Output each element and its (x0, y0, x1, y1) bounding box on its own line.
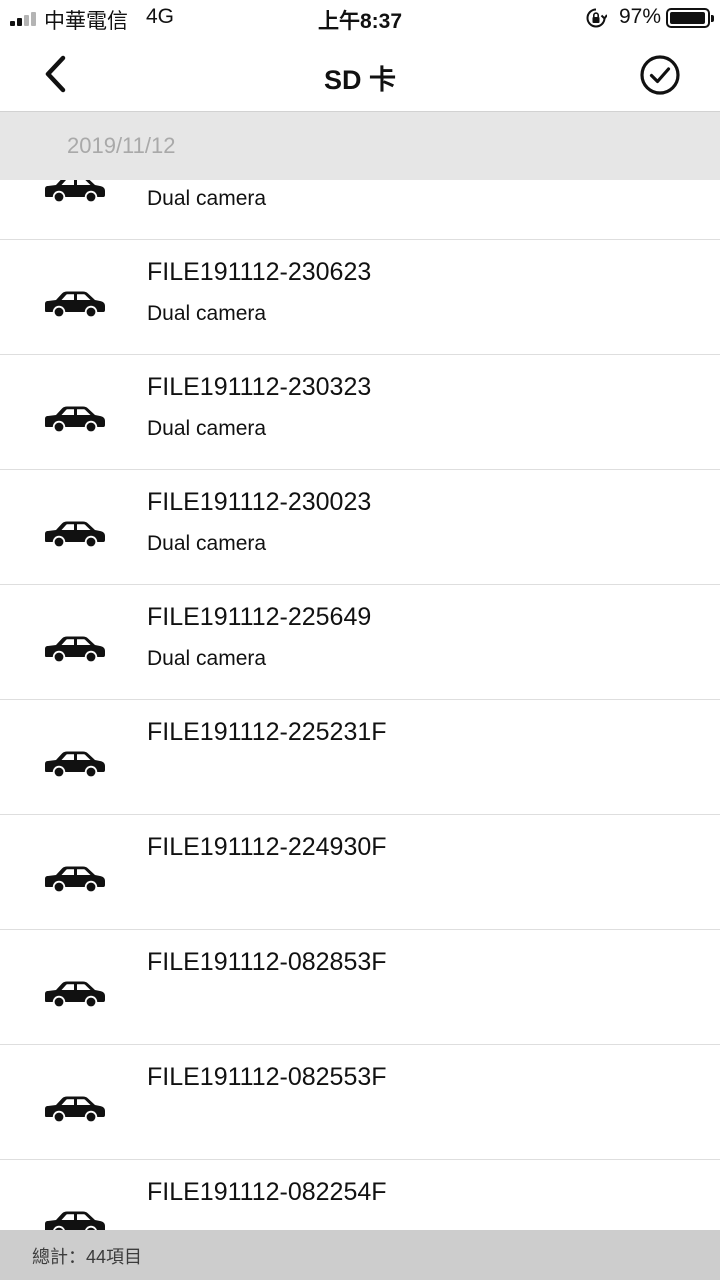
battery-icon (666, 8, 714, 28)
file-name: FILE191112-224930F (147, 833, 387, 861)
page-title: SD 卡 (323, 65, 396, 95)
battery-tip (711, 15, 714, 22)
file-list-item[interactable]: FILE191112-082553F (0, 1045, 720, 1160)
file-description: Dual camera (147, 417, 267, 440)
status-time: 上午8:37 (317, 10, 403, 33)
file-name: FILE191112-230323 (147, 373, 372, 401)
file-name: FILE191112-225231F (147, 718, 387, 746)
file-name: FILE191112-082553F (147, 1063, 387, 1091)
file-list-item[interactable]: Dual camera (0, 180, 720, 240)
file-name: FILE191112-230023 (147, 488, 372, 516)
file-list-content: Dual camera FILE191112-230623 Dual camer… (0, 180, 720, 1230)
file-description: Dual camera (147, 647, 267, 670)
battery-fill (670, 12, 705, 24)
car-icon (45, 1096, 105, 1124)
rotation-lock-icon (586, 8, 607, 28)
date-label: 2019/11/12 (67, 133, 176, 158)
file-list-item[interactable]: FILE191112-082853F (0, 930, 720, 1045)
car-icon (45, 291, 105, 319)
file-name: FILE191112-082853F (147, 948, 387, 976)
file-list-item[interactable]: FILE191112-230323 Dual camera (0, 355, 720, 470)
car-icon (45, 636, 105, 664)
car-icon (45, 751, 105, 779)
car-icon (45, 521, 105, 549)
footer-bar: 總計：44項目 (0, 1230, 720, 1280)
battery-percentage: 97% (619, 5, 662, 28)
file-list-item[interactable]: FILE191112-225231F (0, 700, 720, 815)
car-icon (45, 180, 105, 204)
car-icon (45, 866, 105, 894)
file-name: FILE191112-082254F (147, 1178, 387, 1206)
car-icon (45, 981, 105, 1009)
total-items-label: 總計：44項目 (32, 1247, 143, 1267)
file-list-item[interactable]: FILE191112-225649 Dual camera (0, 585, 720, 700)
car-icon (45, 1211, 105, 1230)
date-section-header: 2019/11/12 (0, 112, 720, 180)
file-list-item[interactable]: FILE191112-230023 Dual camera (0, 470, 720, 585)
check-circle-icon[interactable] (636, 51, 684, 99)
file-description: Dual camera (147, 187, 267, 210)
file-description: Dual camera (147, 532, 267, 555)
file-list[interactable]: Dual camera FILE191112-230623 Dual camer… (0, 180, 720, 1230)
file-list-item[interactable]: FILE191112-230623 Dual camera (0, 240, 720, 355)
file-list-item[interactable]: FILE191112-224930F (0, 815, 720, 930)
navigation-bar: SD 卡 (0, 36, 720, 112)
file-description: Dual camera (147, 302, 267, 325)
car-icon (45, 406, 105, 434)
file-list-item[interactable]: FILE191112-082254F (0, 1160, 720, 1230)
file-name: FILE191112-230623 (147, 258, 372, 286)
status-bar: 中華電信 4G 上午8:37 97% (0, 0, 720, 36)
file-name: FILE191112-225649 (147, 603, 372, 631)
